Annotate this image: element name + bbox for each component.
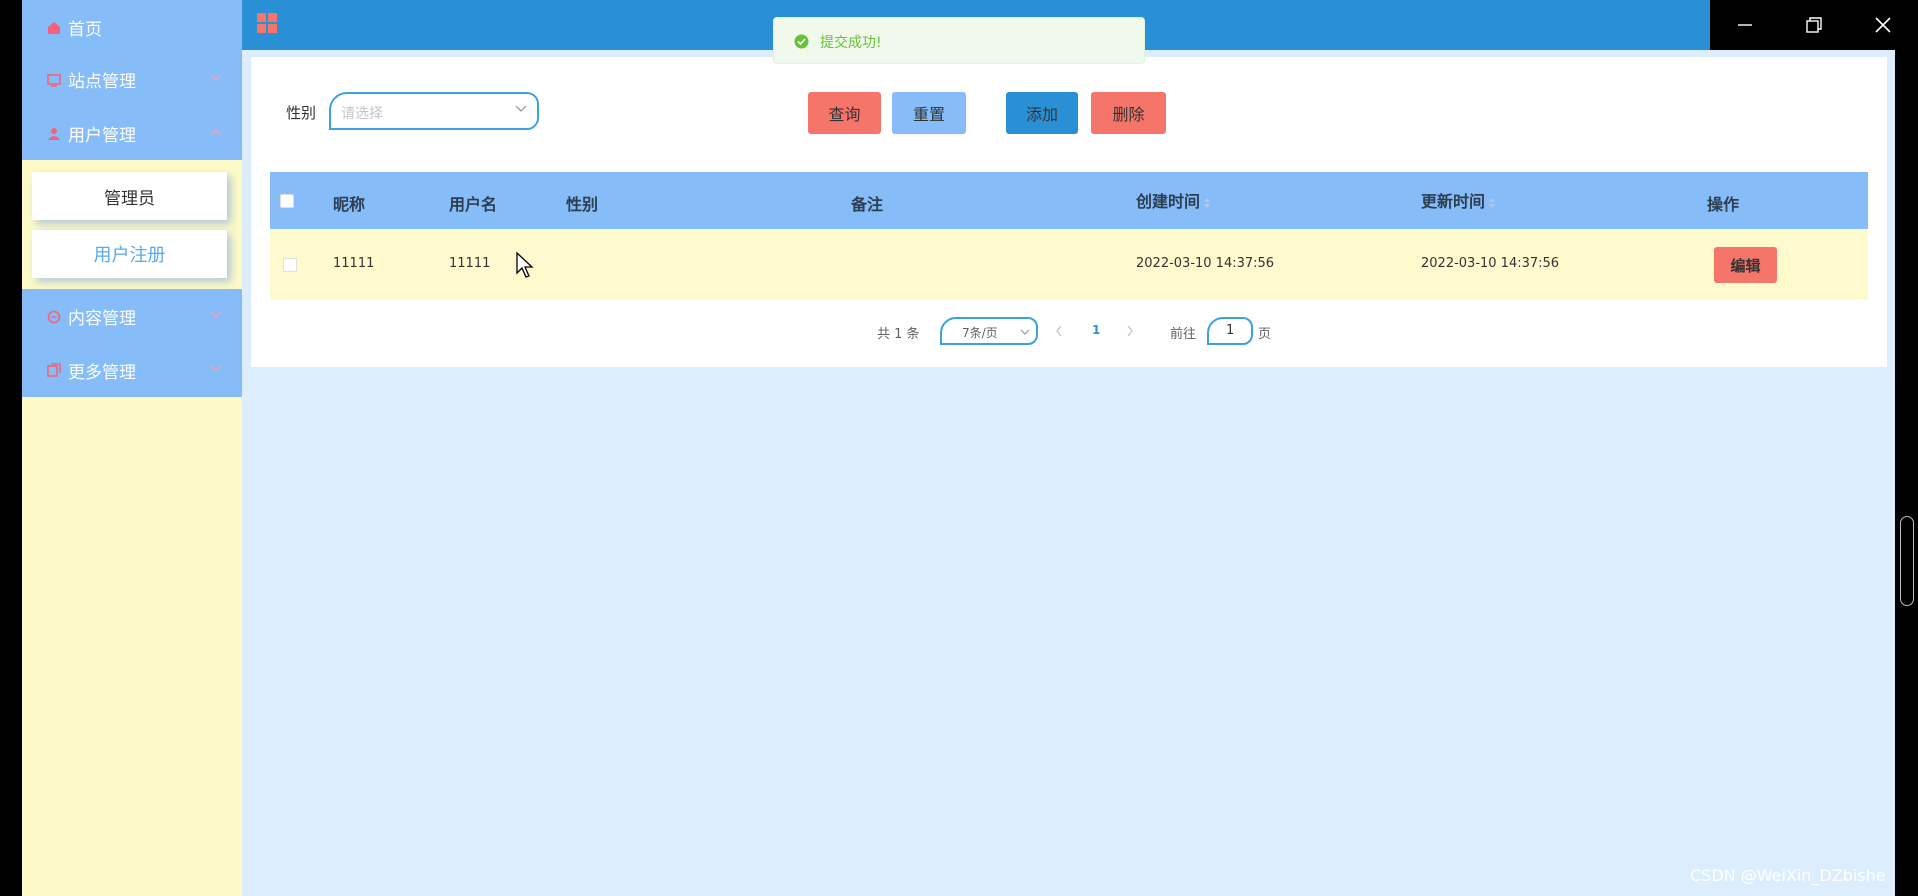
gender-select-placeholder: 请选择 — [341, 106, 383, 122]
chevron-down-icon — [210, 365, 222, 372]
column-header-nickname: 昵称 — [333, 195, 366, 214]
goto-page-input[interactable]: 1 — [1207, 317, 1253, 345]
page-unit-label: 页 — [1258, 327, 1272, 342]
sidebar-item-label: 内容管理 — [68, 309, 136, 329]
column-header-username: 用户名 — [449, 195, 498, 214]
column-header-label: 创建时间 — [1136, 192, 1201, 211]
sidebar-item-label: 更多管理 — [68, 362, 136, 383]
user-submenu: 管理员 用户注册 — [22, 160, 242, 290]
column-header-created[interactable]: 创建时间 — [1136, 188, 1211, 212]
toast-message: 提交成功! — [820, 35, 882, 51]
message-icon — [46, 309, 62, 325]
sidebar-item-label: 首页 — [68, 20, 102, 40]
goto-label: 前往 — [1170, 327, 1197, 342]
dashboard-icon[interactable] — [256, 12, 278, 34]
next-page-icon[interactable] — [1126, 325, 1134, 337]
column-header-gender: 性别 — [566, 195, 599, 214]
close-icon[interactable] — [1872, 14, 1894, 36]
table-row: 11111 11111 2022-03-10 14:37:56 2022-03-… — [270, 229, 1868, 300]
cell-nickname: 11111 — [333, 256, 375, 271]
scrollbar[interactable] — [1900, 516, 1914, 606]
user-icon — [46, 126, 62, 142]
watermark: CSDN @WeiXin_DZbishe — [1690, 866, 1886, 885]
window-controls — [1710, 0, 1918, 50]
goto-page-value: 1 — [1226, 323, 1235, 338]
search-button[interactable]: 查询 — [808, 92, 881, 134]
column-header-remark: 备注 — [851, 195, 884, 214]
sidebar: 首页 站点管理 用户管理 管理员 用户注册 内容管理 更多管理 — [22, 0, 242, 896]
current-page[interactable]: 1 — [1092, 323, 1100, 337]
table-header: 昵称 用户名 性别 备注 创建时间 更新时间 操作 — [270, 172, 1868, 229]
submenu-item-user-registration[interactable]: 用户注册 — [32, 230, 227, 278]
sidebar-item-more-management[interactable]: 更多管理 — [22, 343, 242, 397]
gender-filter-label: 性别 — [286, 104, 317, 122]
sidebar-item-label: 站点管理 — [68, 72, 136, 92]
sidebar-item-user-management[interactable]: 用户管理 — [22, 106, 242, 161]
row-checkbox[interactable] — [283, 258, 297, 272]
reset-button[interactable]: 重置 — [892, 92, 966, 134]
chevron-down-icon — [1020, 329, 1030, 335]
chevron-down-icon — [210, 74, 222, 81]
cell-username: 11111 — [449, 256, 491, 271]
content-panel: 性别 请选择 查询 重置 添加 删除 昵称 用户名 性别 备注 创建时间 更新时… — [251, 57, 1887, 367]
cell-updated: 2022-03-10 14:37:56 — [1421, 256, 1560, 271]
column-header-label: 更新时间 — [1421, 192, 1486, 211]
column-header-updated[interactable]: 更新时间 — [1421, 188, 1496, 212]
sidebar-item-home[interactable]: 首页 — [22, 0, 242, 55]
chevron-up-icon — [210, 129, 222, 136]
site-icon — [46, 72, 62, 88]
page-size-select[interactable]: 7条/页 — [940, 317, 1038, 345]
pagination-total: 共 1 条 — [877, 327, 920, 342]
prev-page-icon[interactable] — [1055, 325, 1063, 337]
success-toast: 提交成功! — [773, 17, 1145, 64]
main-content: 性别 请选择 查询 重置 添加 删除 昵称 用户名 性别 备注 创建时间 更新时… — [242, 50, 1895, 896]
column-header-actions: 操作 — [1707, 195, 1740, 214]
home-icon — [46, 20, 62, 36]
edit-button[interactable]: 编辑 — [1714, 247, 1777, 283]
submenu-item-admin[interactable]: 管理员 — [32, 172, 227, 220]
sidebar-item-label: 用户管理 — [68, 126, 136, 146]
sort-icon[interactable] — [1203, 197, 1211, 209]
mouse-cursor-icon — [516, 252, 534, 278]
minimize-icon[interactable] — [1734, 14, 1756, 36]
sidebar-item-site-management[interactable]: 站点管理 — [22, 52, 242, 107]
delete-button[interactable]: 删除 — [1091, 92, 1166, 134]
page-size-value: 7条/页 — [962, 326, 998, 340]
gender-select[interactable]: 请选择 — [329, 92, 539, 130]
sort-icon[interactable] — [1488, 197, 1496, 209]
chevron-down-icon — [515, 105, 527, 112]
chevron-down-icon — [210, 311, 222, 318]
select-all-checkbox[interactable] — [280, 194, 294, 208]
add-button[interactable]: 添加 — [1006, 92, 1078, 134]
restore-icon[interactable] — [1803, 14, 1825, 36]
cell-created: 2022-03-10 14:37:56 — [1136, 256, 1275, 271]
copy-icon — [46, 362, 62, 378]
sidebar-item-content-management[interactable]: 内容管理 — [22, 289, 242, 344]
check-circle-icon — [794, 34, 809, 49]
